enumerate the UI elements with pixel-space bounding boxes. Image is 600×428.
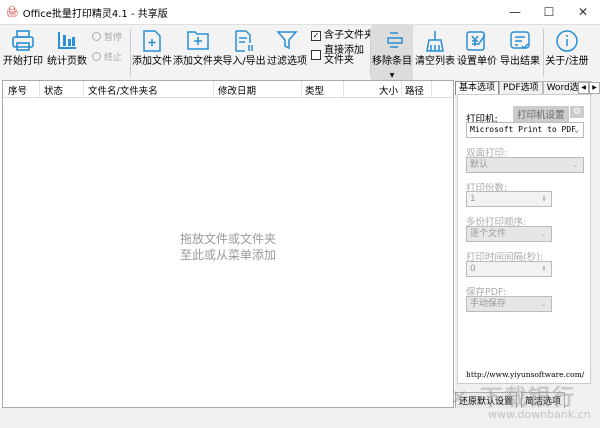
direct-add-label: 直接添加文件夹 — [324, 45, 364, 66]
chevron-down-icon: ⌄ — [571, 160, 579, 170]
import-export-icon — [235, 30, 253, 52]
col-name[interactable]: 文件名/文件夹名 — [88, 83, 158, 97]
close-button[interactable]: ✕ — [566, 0, 600, 24]
spinner-icon[interactable]: ⬍ — [541, 192, 547, 206]
col-index[interactable]: 序号 — [8, 83, 27, 97]
filter-label: 过滤选项 — [267, 56, 307, 67]
add-folder-label: 添加文件夹 — [173, 56, 223, 67]
include-subfolders-label: 含子文件夹 — [324, 30, 374, 41]
order-select[interactable]: 逐个文件 ⌄ — [466, 226, 552, 242]
copies-spinner[interactable]: 1 ⬍ — [466, 191, 552, 207]
filter-icon — [276, 31, 298, 50]
printer-select[interactable]: Microsoft Print to PDF ⌄ — [466, 122, 584, 138]
filter-button[interactable]: 过滤选项 — [267, 25, 307, 81]
col-status[interactable]: 状态 — [44, 83, 63, 97]
tab-basic[interactable]: 基本选项 — [455, 81, 500, 95]
chevron-down-icon: ⌄ — [574, 125, 579, 134]
col-date[interactable]: 修改日期 — [218, 83, 256, 97]
printer-value: Microsoft Print to PDF — [470, 125, 576, 134]
stop-radio[interactable]: 终止 — [92, 50, 122, 63]
save-pdf-select[interactable]: 手动保存 ⌄ — [466, 296, 552, 312]
add-file-label: 添加文件 — [132, 56, 172, 67]
chevron-down-icon: ⌄ — [539, 229, 547, 239]
spinner-icon[interactable]: ⬍ — [541, 262, 547, 276]
clear-list-button[interactable]: 清空列表 — [415, 25, 455, 81]
import-export-button[interactable]: 导入/导出 — [222, 25, 266, 81]
empty-hint-line2: 至此或从菜单添加 — [179, 248, 276, 262]
printer-settings-button[interactable]: 打印机设置 — [513, 106, 569, 122]
start-print-label: 开始打印 — [3, 56, 43, 67]
file-list[interactable]: 序号 状态 文件名/文件夹名 修改日期 类型 大小 路径 拖放文件或文件夹 至此或… — [2, 80, 454, 408]
about-label: 关于/注册 — [545, 56, 589, 67]
pause-radio[interactable]: 暂停 — [92, 30, 122, 43]
duplex-select[interactable]: 默认 ⌄ — [466, 157, 584, 173]
website-link[interactable]: http://www.yiyunsoftware.com/ — [466, 370, 584, 379]
pause-icon — [92, 32, 101, 41]
set-price-button[interactable]: 设置单价 — [457, 25, 497, 81]
tab-pdf[interactable]: PDF选项 — [499, 81, 543, 95]
window-title: Office批量打印精灵4.1 - 共享版 — [22, 8, 168, 20]
tab-scroll-left-icon[interactable]: ◀ — [578, 82, 589, 94]
broom-icon — [426, 31, 444, 52]
gear-icon[interactable]: ⚙ — [570, 106, 585, 118]
chevron-down-icon: ⌄ — [539, 299, 547, 309]
col-path[interactable]: 路径 — [405, 83, 424, 97]
check-icon: ✓ — [311, 31, 321, 41]
col-size[interactable]: 大小 — [379, 83, 398, 97]
export-result-label: 导出结果 — [500, 56, 540, 67]
import-export-label: 导入/导出 — [222, 56, 266, 67]
export-icon — [510, 31, 530, 50]
add-file-icon — [143, 30, 161, 52]
checkbox-icon — [311, 50, 321, 60]
count-pages-label: 统计页数 — [47, 56, 87, 67]
remove-item-button[interactable]: 移除条目 ▼ — [371, 25, 413, 81]
direct-add-checkbox[interactable]: 直接添加文件夹 — [311, 46, 369, 66]
save-pdf-value: 手动保存 — [470, 299, 507, 309]
pause-label: 暂停 — [104, 33, 123, 43]
interval-value: 0 — [470, 264, 476, 274]
info-icon — [556, 30, 578, 52]
include-subfolders-checkbox[interactable]: ✓ 含子文件夹 — [311, 31, 374, 41]
count-pages-button[interactable]: 统计页数 — [46, 25, 88, 81]
price-edit-icon — [466, 31, 486, 51]
order-value: 逐个文件 — [470, 229, 507, 239]
remove-item-label: 移除条目 — [372, 56, 412, 67]
duplex-value: 默认 — [470, 160, 489, 170]
export-result-button[interactable]: 导出结果 — [500, 25, 540, 81]
options-panel: 基本选项 PDF选项 Word选项 ◀ ▶ 打印机: 打印机设置 ⚙ Micros… — [455, 80, 600, 408]
app-icon: 🖨 — [6, 6, 19, 18]
empty-hint-line1: 拖放文件或文件夹 — [179, 232, 276, 246]
add-folder-icon — [187, 31, 209, 50]
col-type[interactable]: 类型 — [305, 83, 324, 97]
maximize-button[interactable]: ☐ — [532, 0, 566, 24]
bar-chart-icon — [58, 32, 76, 49]
about-button[interactable]: 关于/注册 — [544, 25, 590, 81]
start-print-button[interactable]: 开始打印 — [3, 25, 43, 81]
copies-value: 1 — [470, 194, 476, 204]
divider — [130, 29, 131, 77]
remove-list-icon — [387, 32, 403, 48]
dropdown-arrow-icon[interactable]: ▼ — [390, 72, 395, 79]
tab-scroll-right-icon[interactable]: ▶ — [589, 82, 600, 94]
minimize-button[interactable]: — — [498, 0, 532, 24]
clear-list-label: 清空列表 — [415, 56, 455, 67]
empty-hint: 拖放文件或文件夹 至此或从菜单添加 — [3, 231, 453, 263]
stop-icon — [92, 52, 101, 61]
add-file-button[interactable]: 添加文件 — [132, 25, 172, 81]
printer-icon — [12, 30, 34, 51]
add-folder-button[interactable]: 添加文件夹 — [173, 25, 223, 81]
stop-label: 终止 — [104, 53, 123, 63]
interval-spinner[interactable]: 0 ⬍ — [466, 261, 552, 277]
toolbar: 开始打印 统计页数 暂停 终止 添加文件 添加文件夹 导入/导出 过滤选项 ✓ 含… — [0, 24, 600, 81]
table-header: 序号 状态 文件名/文件夹名 修改日期 类型 大小 路径 — [3, 81, 453, 98]
set-price-label: 设置单价 — [457, 56, 497, 67]
watermark-url: www.downbank.cn — [488, 408, 591, 421]
